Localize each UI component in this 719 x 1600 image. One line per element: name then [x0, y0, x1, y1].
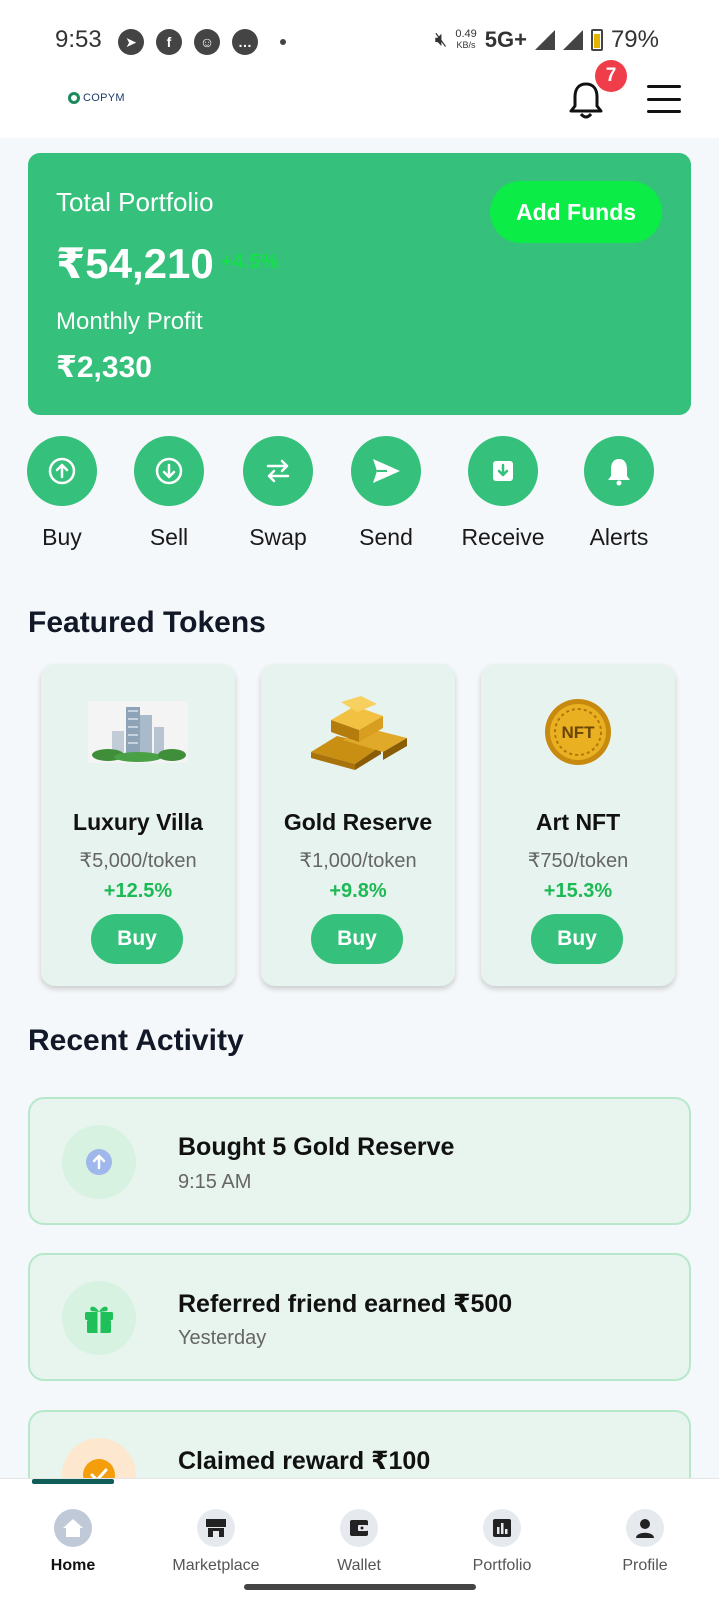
nav-profile[interactable]: Profile: [580, 1509, 710, 1575]
swap-icon: [243, 436, 313, 506]
hamburger-menu-icon[interactable]: [647, 85, 681, 113]
status-time: 9:53: [55, 26, 102, 53]
token-change: +15.3%: [543, 880, 613, 902]
status-app-icons: ➤ f ☺ …: [118, 29, 286, 55]
active-tab-indicator: [32, 1479, 114, 1484]
store-icon: [197, 1509, 235, 1547]
user-icon: [626, 1509, 664, 1547]
nav-label: Portfolio: [472, 1557, 532, 1574]
wallet-icon: [340, 1509, 378, 1547]
token-name: Luxury Villa: [73, 809, 203, 835]
token-change: +12.5%: [103, 880, 173, 902]
quick-action-label: Alerts: [589, 524, 649, 550]
token-buy-button[interactable]: Buy: [311, 914, 403, 964]
logo-mark-icon: [68, 92, 80, 104]
battery-level: 79%: [610, 26, 659, 53]
portfolio-value: ₹54,210: [56, 240, 214, 287]
logo-text: COPYM: [83, 92, 125, 104]
status-system-icons: 🔇︎ 0.49 KB/s 5G+ 79%: [435, 26, 659, 54]
featured-tokens-title: Featured Tokens: [28, 606, 266, 639]
notification-badge: 7: [595, 60, 627, 92]
portfolio-card: Total Portfolio ₹54,210 +4.5% Monthly Pr…: [28, 153, 691, 415]
quick-action-sell[interactable]: Sell: [109, 436, 229, 551]
activity-title: Referred friend earned ₹500: [178, 1290, 513, 1318]
send-icon: [351, 436, 421, 506]
token-price: ₹750/token: [527, 850, 629, 872]
nft-coin-text: NFT: [561, 723, 595, 742]
quick-action-label: Buy: [42, 524, 82, 550]
recent-activity-title: Recent Activity: [28, 1024, 244, 1057]
mute-icon: 🔇︎: [434, 28, 448, 51]
app-header: COPYM 7: [0, 60, 719, 138]
facebook-icon: f: [156, 29, 182, 55]
portfolio-title: Total Portfolio: [56, 187, 214, 217]
network-type: 5G+: [484, 27, 527, 52]
token-card-gold-reserve[interactable]: Gold Reserve ₹1,000/token +9.8% Buy: [261, 664, 455, 986]
chat-icon: …: [232, 29, 258, 55]
bottom-navigation: Home Marketplace Wallet Portfolio Profil…: [0, 1478, 719, 1600]
activity-time: Yesterday: [178, 1327, 267, 1349]
net-speed-value: 0.49: [455, 28, 477, 40]
chart-icon: [483, 1509, 521, 1547]
activity-item[interactable]: Bought 5 Gold Reserve 9:15 AM: [28, 1097, 691, 1225]
battery-icon: [590, 29, 603, 51]
monthly-profit-label: Monthly Profit: [56, 308, 203, 335]
portfolio-change: +4.5%: [221, 251, 279, 273]
activity-item[interactable]: Referred friend earned ₹500 Yesterday: [28, 1253, 691, 1381]
quick-action-buy[interactable]: Buy: [2, 436, 122, 551]
nav-home[interactable]: Home: [8, 1509, 138, 1575]
token-change: +9.8%: [329, 880, 387, 902]
gold-bars-image: [261, 696, 455, 770]
token-price: ₹1,000/token: [299, 850, 417, 872]
nav-label: Marketplace: [172, 1557, 260, 1574]
quick-action-receive[interactable]: Receive: [443, 436, 563, 551]
more-notifications-dot: [280, 39, 286, 45]
snapchat-icon: ☺: [194, 29, 220, 55]
gift-icon: [62, 1281, 136, 1355]
quick-action-label: Receive: [461, 524, 545, 550]
nav-portfolio[interactable]: Portfolio: [437, 1509, 567, 1575]
home-icon: [54, 1509, 92, 1547]
activity-title: Bought 5 Gold Reserve: [178, 1133, 455, 1161]
nav-label: Wallet: [337, 1557, 381, 1574]
nav-marketplace[interactable]: Marketplace: [151, 1509, 281, 1575]
nft-coin-image: NFT: [481, 696, 675, 768]
receive-icon: [468, 436, 538, 506]
system-home-indicator[interactable]: [244, 1584, 476, 1590]
token-name: Gold Reserve: [283, 809, 433, 835]
arrow-down-circle-icon: [134, 436, 204, 506]
building-image: [41, 696, 235, 768]
nav-label: Home: [50, 1557, 96, 1574]
token-card-luxury-villa[interactable]: Luxury Villa ₹5,000/token +12.5% Buy: [41, 664, 235, 986]
quick-action-label: Send: [359, 524, 413, 550]
activity-title: Claimed reward ₹100: [178, 1447, 431, 1475]
nav-wallet[interactable]: Wallet: [294, 1509, 424, 1575]
net-speed: 0.49 KB/s: [455, 29, 476, 51]
arrow-up-icon: [62, 1125, 136, 1199]
nav-label: Profile: [622, 1557, 668, 1574]
monthly-profit-value: ₹2,330: [56, 351, 152, 384]
telegram-icon: ➤: [118, 29, 144, 55]
token-card-art-nft[interactable]: NFT Art NFT ₹750/token +15.3% Buy: [481, 664, 675, 986]
token-buy-button[interactable]: Buy: [531, 914, 623, 964]
quick-action-swap[interactable]: Swap: [218, 436, 338, 551]
quick-action-alerts[interactable]: Alerts: [559, 436, 679, 551]
app-logo[interactable]: COPYM: [68, 92, 125, 104]
token-price: ₹5,000/token: [79, 850, 197, 872]
signal-icon-2: [562, 30, 583, 50]
net-speed-unit: KB/s: [456, 40, 476, 50]
arrow-up-circle-icon: [27, 436, 97, 506]
quick-action-label: Sell: [149, 524, 189, 550]
activity-time: 9:15 AM: [178, 1171, 252, 1193]
add-funds-button[interactable]: Add Funds: [490, 181, 662, 243]
quick-action-send[interactable]: Send: [326, 436, 446, 551]
bell-icon: [584, 436, 654, 506]
token-name: Art NFT: [535, 809, 621, 835]
token-buy-button[interactable]: Buy: [91, 914, 183, 964]
signal-icon: [534, 30, 555, 50]
quick-action-label: Swap: [249, 524, 307, 550]
